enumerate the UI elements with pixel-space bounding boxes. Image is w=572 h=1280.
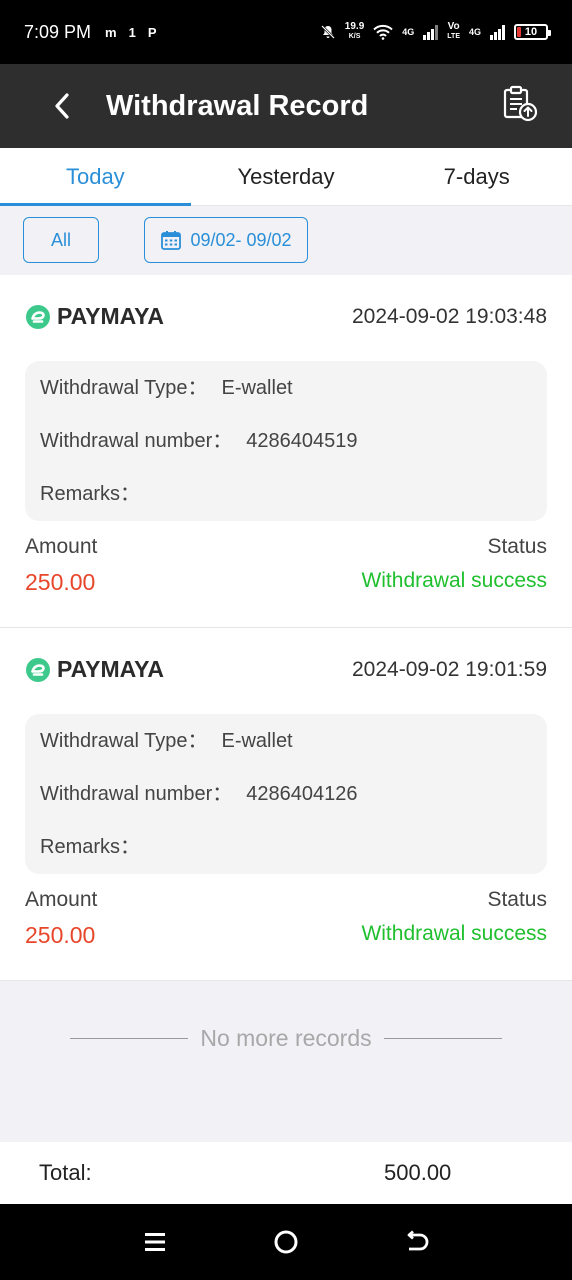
record-datetime: 2024-09-02 19:01:59 (352, 657, 547, 681)
provider: PAYMAYA (25, 303, 164, 330)
withdrawal-type-row: Withdrawal Type： E-wallet (40, 375, 532, 428)
tab-today[interactable]: Today (0, 148, 191, 206)
withdrawal-number-row: Withdrawal number： 4286404126 (40, 781, 532, 834)
notification-icon-m: m (105, 24, 117, 40)
page-title: Withdrawal Record (106, 89, 369, 122)
remarks-label: Remarks： (40, 483, 141, 505)
withdrawal-number-label: Withdrawal number： (40, 430, 233, 452)
calendar-icon (161, 231, 182, 250)
battery-icon: 10 (514, 24, 551, 40)
back-button[interactable] (42, 86, 82, 126)
remarks-row: Remarks： (40, 834, 532, 887)
status-value: Withdrawal success (361, 922, 547, 945)
date-tabs: Today Yesterday 7-days (0, 148, 572, 206)
status-label: Status (487, 888, 547, 911)
network-type-2: 4G (468, 26, 481, 37)
volte-bottom: LTE (447, 33, 460, 40)
withdrawal-type-label: Withdrawal Type： (40, 730, 208, 752)
withdrawal-type-value: E-wallet (221, 730, 293, 752)
no-more-text: No more records (200, 1024, 372, 1051)
withdrawal-number-value: 4286404519 (246, 430, 358, 452)
status-label: Status (487, 535, 547, 558)
withdrawal-number-label: Withdrawal number： (40, 783, 233, 805)
remarks-label: Remarks： (40, 836, 141, 858)
record-details: Withdrawal Type： E-wallet Withdrawal num… (25, 714, 547, 874)
divider-right (383, 1037, 502, 1039)
signal-icon (423, 24, 439, 40)
tab-7-days[interactable]: 7-days (381, 148, 572, 205)
speed-value: 19.9 (344, 21, 365, 32)
volte-badge: Vo LTE (447, 22, 460, 42)
paymaya-logo-icon (26, 304, 50, 329)
menu-icon (145, 1233, 166, 1251)
system-status: 19.9 K/S 4G Vo LTE 4G 10 (320, 22, 551, 42)
record-header: PAYMAYA 2024-09-02 19:03:48 (25, 303, 547, 330)
record-card[interactable]: PAYMAYA 2024-09-02 19:03:48 Withdrawal T… (0, 275, 572, 628)
status-bar: 7:09 PM m 1 P 19.9 K/S 4G Vo LTE 4G 10 (0, 0, 572, 64)
no-more-records: No more records (0, 1020, 572, 1056)
network-type-1: 4G (402, 26, 415, 37)
record-details: Withdrawal Type： E-wallet Withdrawal num… (25, 361, 547, 521)
status-value: Withdrawal success (361, 569, 547, 592)
amount-value: 250.00 (25, 922, 96, 948)
provider-name: PAYMAYA (57, 303, 164, 329)
withdrawal-type-label: Withdrawal Type： (40, 377, 208, 399)
app-header: Withdrawal Record (0, 64, 572, 148)
network-speed: 19.9 K/S (345, 22, 364, 42)
total-bar: Total: 500.00 (0, 1142, 572, 1204)
notification-icons: m 1 P (105, 25, 156, 40)
mute-bell-icon (320, 25, 335, 39)
notification-icon-p: P (147, 24, 157, 40)
amount-value: 250.00 (25, 569, 96, 595)
filter-bar: All 09/02- 09/02 (0, 206, 572, 274)
export-record-button[interactable] (500, 84, 540, 124)
battery-level: 10 (524, 26, 538, 38)
tab-yesterday[interactable]: Yesterday (191, 148, 382, 205)
notification-icon-1: 1 (128, 24, 136, 40)
record-header: PAYMAYA 2024-09-02 19:01:59 (25, 656, 547, 683)
record-datetime: 2024-09-02 19:03:48 (352, 304, 547, 328)
volte-top: Vo (447, 21, 460, 32)
divider-left (70, 1037, 189, 1039)
clipboard-upload-icon (503, 85, 538, 122)
back-arrow-icon (407, 1230, 429, 1251)
amount-label: Amount (25, 888, 98, 911)
status-time: 7:09 PM (24, 21, 92, 42)
home-circle-icon (274, 1230, 298, 1254)
date-range-button[interactable]: 09/02- 09/02 (144, 217, 308, 263)
system-nav-bar (0, 1204, 572, 1280)
date-range-label: 09/02- 09/02 (190, 229, 292, 250)
withdrawal-number-row: Withdrawal number： 4286404519 (40, 428, 532, 481)
chevron-left-icon (55, 93, 69, 119)
wifi-icon (373, 24, 393, 40)
home-button[interactable] (266, 1222, 306, 1262)
filter-all-button[interactable]: All (23, 217, 99, 263)
withdrawal-type-value: E-wallet (221, 377, 293, 399)
total-value: 500.00 (384, 1160, 452, 1185)
record-card[interactable]: PAYMAYA 2024-09-02 19:01:59 Withdrawal T… (0, 628, 572, 981)
remarks-row: Remarks： (40, 481, 532, 534)
withdrawal-number-value: 4286404126 (246, 783, 358, 805)
amount-label: Amount (25, 535, 98, 558)
provider-name: PAYMAYA (57, 656, 164, 682)
paymaya-logo-icon (26, 657, 50, 682)
speed-unit: K/S (348, 33, 361, 40)
signal-icon-2 (490, 24, 505, 40)
back-nav-button[interactable] (397, 1222, 437, 1262)
total-label: Total: (39, 1160, 92, 1185)
withdrawal-type-row: Withdrawal Type： E-wallet (40, 728, 532, 781)
recent-apps-button[interactable] (135, 1222, 175, 1262)
provider: PAYMAYA (25, 656, 164, 683)
